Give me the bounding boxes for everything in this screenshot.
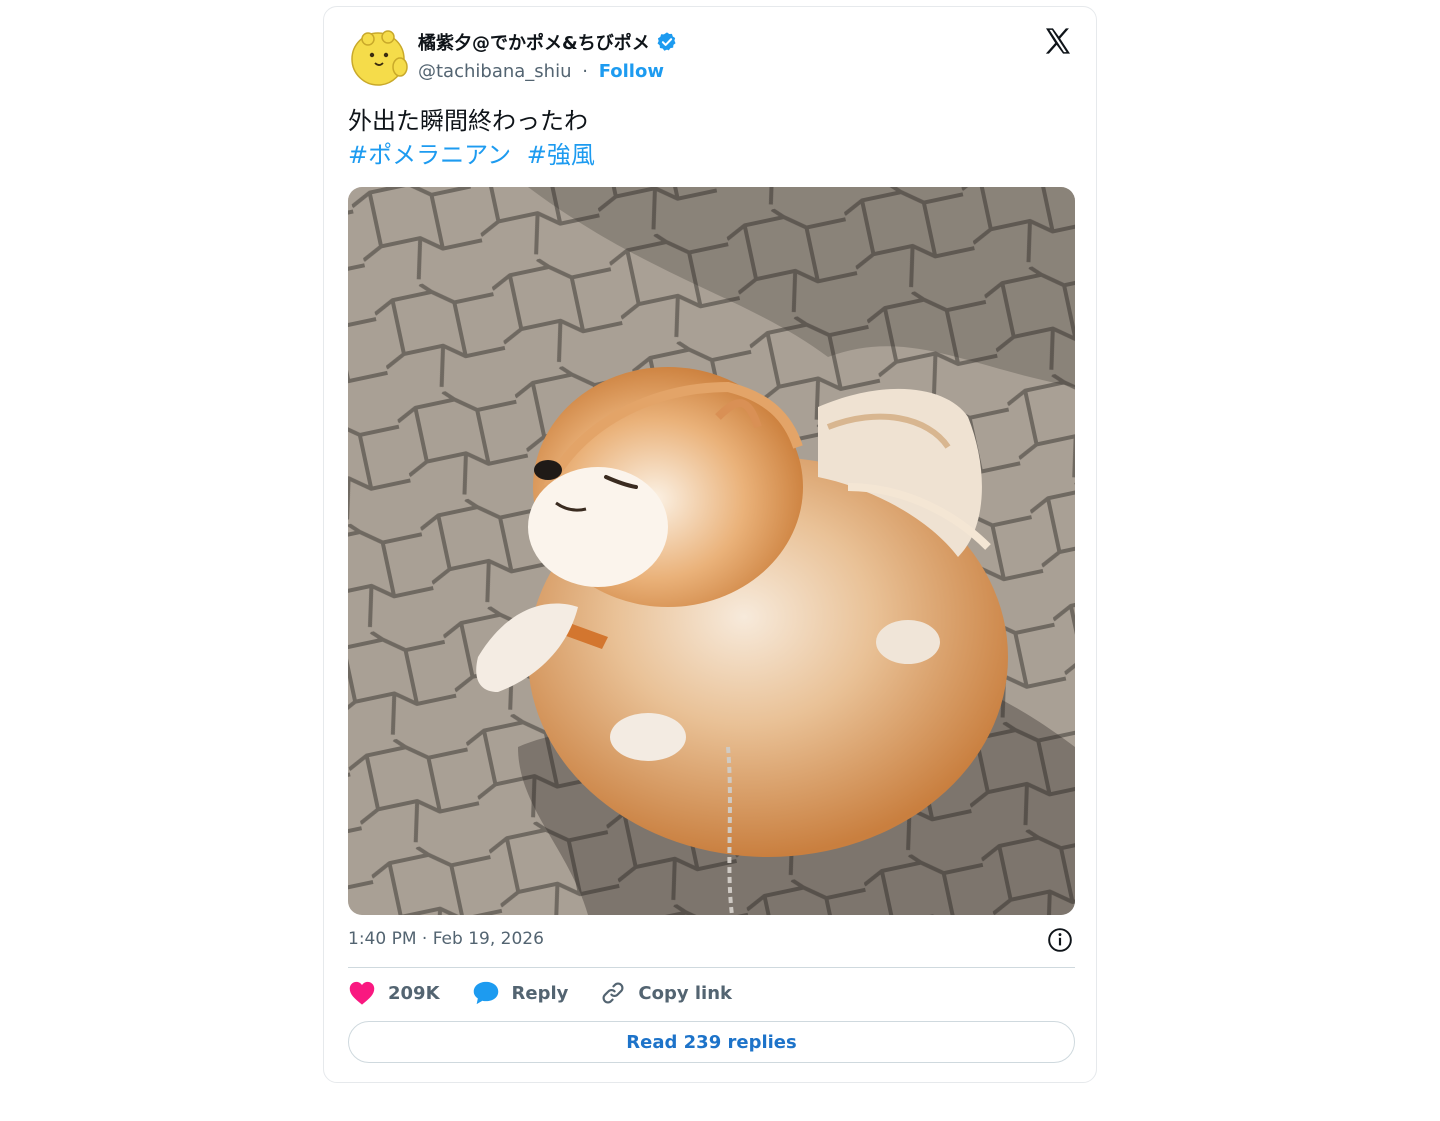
verified-badge-icon bbox=[656, 31, 678, 53]
tweet-meta-row: 1:40 PM · Feb 19, 2026 bbox=[348, 927, 1075, 955]
read-replies-label: Read 239 replies bbox=[626, 1031, 797, 1053]
reply-bubble-icon bbox=[473, 981, 498, 1005]
divider bbox=[348, 967, 1075, 968]
heart-icon bbox=[349, 981, 375, 1005]
like-count: 209K bbox=[388, 982, 440, 1004]
tweet-text: 外出た瞬間終わったわ bbox=[348, 107, 588, 135]
tweet-actions: 209K Reply Copy link bbox=[348, 980, 764, 1006]
link-icon bbox=[602, 982, 624, 1004]
copy-link-label: Copy link bbox=[638, 982, 732, 1004]
reply-label: Reply bbox=[511, 982, 569, 1004]
tweet-hashtags: #ポメラニアン #強風 bbox=[348, 138, 595, 172]
author-name-row[interactable]: 橘紫夕@でかポメ&ちびポメ bbox=[418, 29, 678, 55]
author-handle[interactable]: @tachibana_shiu bbox=[418, 61, 571, 82]
hashtag-link[interactable]: #強風 bbox=[527, 141, 595, 169]
copy-link-button[interactable]: Copy link bbox=[600, 980, 732, 1006]
info-icon[interactable] bbox=[1047, 927, 1073, 953]
author-display-name[interactable]: 橘紫夕@でかポメ&ちびポメ bbox=[418, 29, 650, 55]
reply-button[interactable]: Reply bbox=[472, 980, 569, 1006]
tweet-photo[interactable] bbox=[348, 187, 1075, 915]
pomeranian-photo bbox=[348, 187, 1075, 915]
author-avatar[interactable] bbox=[348, 23, 412, 87]
tweet-embed-card: 橘紫夕@でかポメ&ちびポメ @tachibana_shiu · Follow 外… bbox=[323, 6, 1097, 1083]
avatar-image bbox=[348, 23, 412, 87]
like-button[interactable]: 209K bbox=[348, 980, 440, 1006]
handle-separator: · bbox=[582, 61, 588, 82]
follow-button[interactable]: Follow bbox=[599, 61, 664, 82]
tweet-timestamp[interactable]: 1:40 PM · Feb 19, 2026 bbox=[348, 929, 544, 949]
author-handle-row: @tachibana_shiu · Follow bbox=[418, 61, 664, 82]
tweet-body: 外出た瞬間終わったわ #ポメラニアン #強風 bbox=[348, 104, 595, 172]
read-replies-button[interactable]: Read 239 replies bbox=[348, 1021, 1075, 1063]
x-logo-icon[interactable] bbox=[1042, 25, 1074, 57]
hashtag-link[interactable]: #ポメラニアン bbox=[348, 141, 511, 169]
